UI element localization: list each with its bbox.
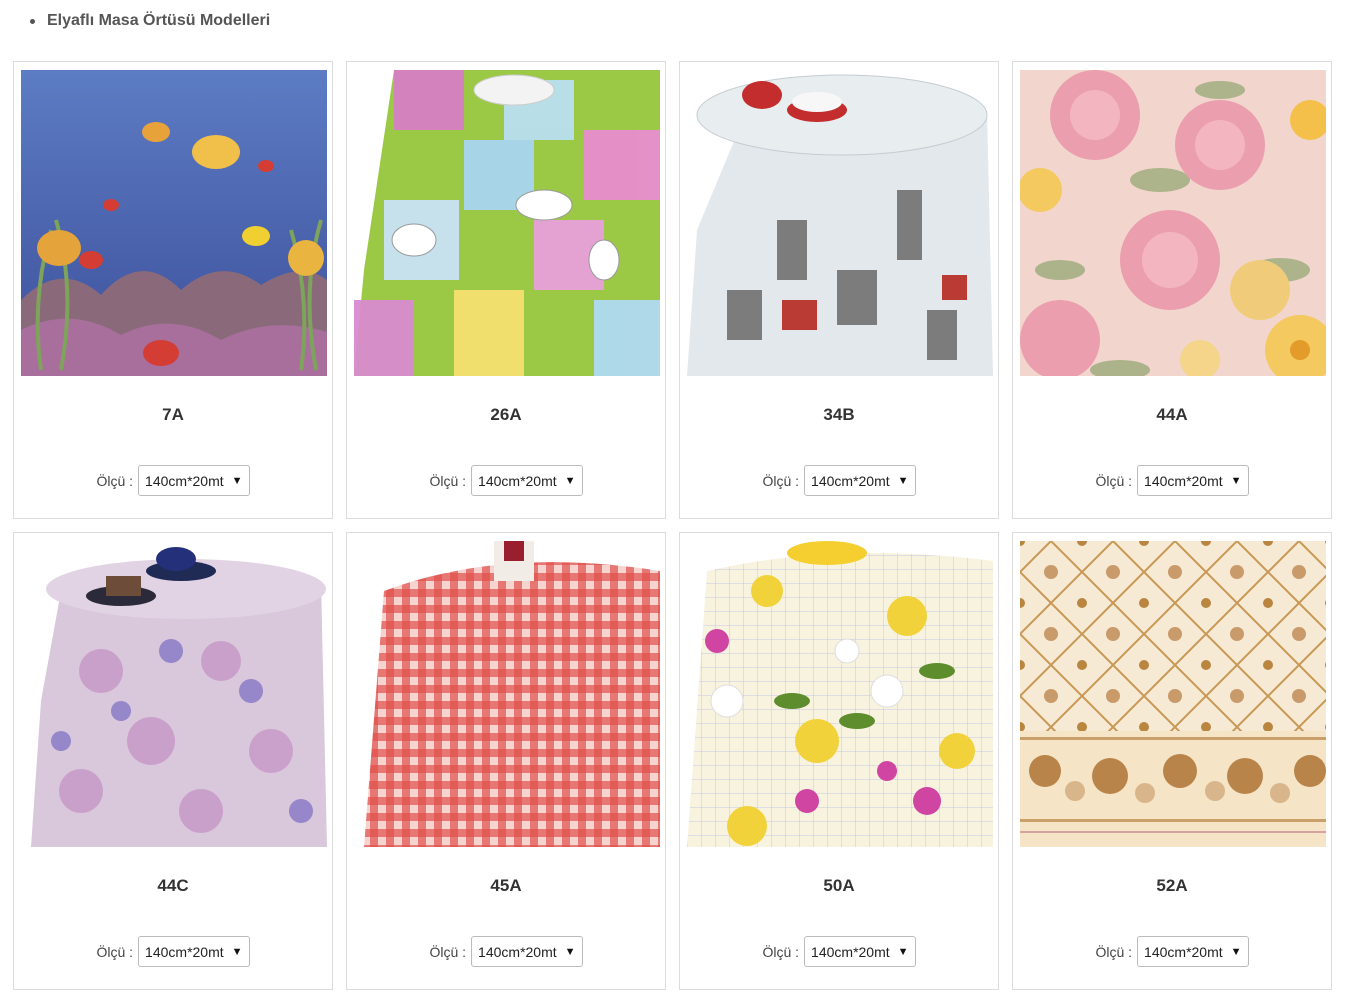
size-value: 140cm*20mt [1144, 943, 1223, 960]
product-card[interactable]: 52A Ölçü : 140cm*20mt ▼ [1012, 532, 1332, 990]
size-label: Ölçü : [762, 472, 800, 489]
section-heading: Elyaflı Masa Örtüsü Modelleri [30, 12, 270, 30]
size-select[interactable]: 140cm*20mt ▼ [804, 465, 916, 496]
product-code[interactable]: 50A [680, 876, 998, 896]
product-card[interactable]: 50A Ölçü : 140cm*20mt ▼ [679, 532, 999, 990]
dropdown-arrow-icon: ▼ [1230, 474, 1242, 487]
size-value: 140cm*20mt [478, 472, 557, 489]
product-code[interactable]: 44A [1013, 405, 1331, 425]
dropdown-arrow-icon: ▼ [897, 945, 909, 958]
size-row: Ölçü : 140cm*20mt ▼ [347, 465, 665, 496]
product-card[interactable]: 44C Ölçü : 140cm*20mt ▼ [13, 532, 333, 990]
product-card[interactable]: 45A Ölçü : 140cm*20mt ▼ [346, 532, 666, 990]
dropdown-arrow-icon: ▼ [564, 945, 576, 958]
size-label: Ölçü : [96, 472, 134, 489]
size-label: Ölçü : [762, 943, 800, 960]
size-select[interactable]: 140cm*20mt ▼ [1137, 465, 1249, 496]
size-select[interactable]: 140cm*20mt ▼ [804, 936, 916, 967]
size-select[interactable]: 140cm*20mt ▼ [471, 936, 583, 967]
product-image[interactable] [21, 70, 327, 376]
product-image[interactable] [354, 541, 660, 847]
size-row: Ölçü : 140cm*20mt ▼ [347, 936, 665, 967]
product-card[interactable]: 34B Ölçü : 140cm*20mt ▼ [679, 61, 999, 519]
size-label: Ölçü : [96, 943, 134, 960]
size-label: Ölçü : [1095, 943, 1133, 960]
size-select[interactable]: 140cm*20mt ▼ [138, 465, 250, 496]
size-select[interactable]: 140cm*20mt ▼ [1137, 936, 1249, 967]
product-card[interactable]: 44A Ölçü : 140cm*20mt ▼ [1012, 61, 1332, 519]
size-select[interactable]: 140cm*20mt ▼ [471, 465, 583, 496]
product-image[interactable] [687, 541, 993, 847]
size-value: 140cm*20mt [145, 943, 224, 960]
size-value: 140cm*20mt [478, 943, 557, 960]
product-code[interactable]: 34B [680, 405, 998, 425]
size-row: Ölçü : 140cm*20mt ▼ [680, 465, 998, 496]
size-label: Ölçü : [1095, 472, 1133, 489]
product-card[interactable]: 7A Ölçü : 140cm*20mt ▼ [13, 61, 333, 519]
size-row: Ölçü : 140cm*20mt ▼ [680, 936, 998, 967]
product-image[interactable] [21, 541, 327, 847]
product-card[interactable]: 26A Ölçü : 140cm*20mt ▼ [346, 61, 666, 519]
dropdown-arrow-icon: ▼ [564, 474, 576, 487]
dropdown-arrow-icon: ▼ [231, 945, 243, 958]
product-code[interactable]: 7A [14, 405, 332, 425]
size-label: Ölçü : [429, 943, 467, 960]
dropdown-arrow-icon: ▼ [897, 474, 909, 487]
size-value: 140cm*20mt [1144, 472, 1223, 489]
size-row: Ölçü : 140cm*20mt ▼ [1013, 936, 1331, 967]
size-value: 140cm*20mt [811, 472, 890, 489]
size-label: Ölçü : [429, 472, 467, 489]
product-code[interactable]: 44C [14, 876, 332, 896]
size-select[interactable]: 140cm*20mt ▼ [138, 936, 250, 967]
product-image[interactable] [1020, 70, 1326, 376]
size-row: Ölçü : 140cm*20mt ▼ [14, 465, 332, 496]
size-row: Ölçü : 140cm*20mt ▼ [1013, 465, 1331, 496]
product-grid: 7A Ölçü : 140cm*20mt ▼ 26A Ölçü: 140cm*… [13, 61, 1332, 990]
size-value: 140cm*20mt [145, 472, 224, 489]
bullet-icon [30, 18, 35, 24]
product-image[interactable] [1020, 541, 1326, 847]
product-code[interactable]: 26A [347, 405, 665, 425]
product-image[interactable] [354, 70, 660, 376]
product-code[interactable]: 52A [1013, 876, 1331, 896]
product-image[interactable] [687, 70, 993, 376]
size-row: Ölçü : 140cm*20mt ▼ [14, 936, 332, 967]
dropdown-arrow-icon: ▼ [231, 474, 243, 487]
product-code[interactable]: 45A [347, 876, 665, 896]
dropdown-arrow-icon: ▼ [1230, 945, 1242, 958]
size-value: 140cm*20mt [811, 943, 890, 960]
section-title: Elyaflı Masa Örtüsü Modelleri [47, 12, 271, 29]
